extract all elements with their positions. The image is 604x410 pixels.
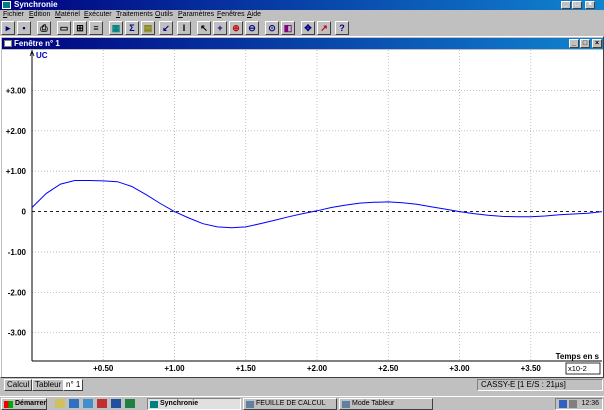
clock: 12:36 bbox=[581, 400, 599, 407]
menu-edition[interactable]: Edition bbox=[29, 11, 50, 19]
graph-window-icon bbox=[4, 40, 12, 47]
calculator-icon[interactable]: ▦ bbox=[109, 21, 123, 35]
close-icon[interactable]: × bbox=[585, 1, 595, 9]
quicklaunch-browser-icon[interactable] bbox=[69, 399, 79, 408]
y-tick-label: +3.00 bbox=[6, 86, 27, 95]
tab-calcul[interactable]: Calcul bbox=[4, 379, 33, 391]
x-tick-label: +2.00 bbox=[307, 364, 328, 373]
quicklaunch-explorer-icon[interactable] bbox=[83, 399, 93, 408]
x-tick-label: +3.00 bbox=[449, 364, 470, 373]
window-close-icon[interactable]: × bbox=[592, 39, 602, 48]
start-label: Démarrer bbox=[15, 400, 47, 407]
menu-outils[interactable]: Outils bbox=[155, 11, 173, 19]
pen-icon[interactable]: ↙ bbox=[159, 21, 173, 35]
quicklaunch-folder-icon[interactable] bbox=[55, 399, 65, 408]
zoom-fit-icon[interactable]: ⊙ bbox=[265, 21, 279, 35]
table-icon[interactable]: ▤ bbox=[141, 21, 155, 35]
save-icon[interactable]: ▪ bbox=[17, 21, 31, 35]
menu-fenetres[interactable]: Fenêtres bbox=[217, 11, 245, 19]
pointer-icon[interactable]: ↖ bbox=[197, 21, 211, 35]
zoom-out-icon[interactable]: ⊖ bbox=[245, 21, 259, 35]
windows-logo-icon bbox=[4, 401, 13, 408]
quicklaunch-word-icon[interactable] bbox=[111, 399, 121, 408]
x-multiplier: x10-2 bbox=[568, 364, 587, 373]
chart[interactable]: +3.00 +2.00 +1.00 0 -1.00 -2.00 -3.00 +0.50 +1.0… bbox=[2, 49, 603, 377]
task-feuille-label: FEUILLE DE CALCUL bbox=[256, 400, 326, 407]
status-text: CASSY-E [1 E/S : 21µs] bbox=[477, 379, 603, 391]
y-tick-label: -3.00 bbox=[8, 329, 27, 338]
y-tick-label: -1.00 bbox=[8, 248, 27, 257]
maximize-icon[interactable]: □ bbox=[572, 1, 582, 9]
tableur-task-icon bbox=[342, 401, 350, 408]
start-button[interactable]: Démarrer bbox=[1, 398, 47, 410]
crosshair-icon[interactable]: + bbox=[213, 21, 227, 35]
menu-executer[interactable]: Exécuter bbox=[84, 11, 112, 19]
x-tick-label: +0.50 bbox=[93, 364, 114, 373]
task-mode-tableur-label: Mode Tableur bbox=[352, 400, 395, 407]
x-tick-label: +1.50 bbox=[236, 364, 257, 373]
app-title-bar[interactable]: Synchronie _ □ × bbox=[0, 0, 604, 10]
menu-parametres[interactable]: Paramètres bbox=[178, 11, 214, 19]
tab-graph-1[interactable]: n° 1 bbox=[63, 379, 84, 391]
color-icon[interactable]: ◧ bbox=[281, 21, 295, 35]
window-icon[interactable]: ▭ bbox=[57, 21, 71, 35]
app-title: Synchronie bbox=[14, 0, 58, 9]
graph-window-title: Fenêtre n° 1 bbox=[14, 39, 60, 48]
taskbar: Démarrer Synchronie FEUILLE DE CALCUL Mo… bbox=[0, 396, 604, 410]
feuille-task-icon bbox=[246, 401, 254, 408]
x-tick-label: +2.50 bbox=[378, 364, 399, 373]
tray-network-icon[interactable] bbox=[559, 400, 567, 408]
task-synchronie-label: Synchronie bbox=[160, 400, 199, 407]
toolbar: ▸ ▪ ⎙ ▭ ⊞ ≡ ▦ Σ ▤ ↙ I ↖ + ⊕ ⊖ ⊙ ◧ ✥ ↗ ? bbox=[0, 20, 604, 36]
chart-icon[interactable]: ↗ bbox=[317, 21, 331, 35]
move-icon[interactable]: ✥ bbox=[301, 21, 315, 35]
y-axis-label: UC bbox=[36, 51, 48, 60]
x-axis-label: Temps en s bbox=[556, 352, 600, 361]
y-tick-label: +1.00 bbox=[6, 167, 27, 176]
y-tick-label: +2.00 bbox=[6, 127, 27, 136]
quicklaunch-excel-icon[interactable] bbox=[125, 399, 135, 408]
zoom-in-icon[interactable]: ⊕ bbox=[229, 21, 243, 35]
menu-aide[interactable]: Aide bbox=[247, 11, 261, 19]
task-mode-tableur[interactable]: Mode Tableur bbox=[339, 398, 433, 410]
tile-icon[interactable]: ⊞ bbox=[73, 21, 87, 35]
system-tray: 12:36 bbox=[555, 398, 603, 410]
plot-area[interactable]: +3.00 +2.00 +1.00 0 -1.00 -2.00 -3.00 +0.50 +1.0… bbox=[2, 49, 603, 377]
app-icon bbox=[2, 1, 11, 9]
y-tick-label: -2.00 bbox=[8, 288, 27, 297]
task-feuille-de-calcul[interactable]: FEUILLE DE CALCUL bbox=[243, 398, 337, 410]
graph-window: Fenêtre n° 1 _ □ × +3.00 +2.00 +1.00 0 -1.00… bbox=[0, 36, 604, 378]
synchronie-task-icon bbox=[150, 401, 158, 408]
sigma-icon[interactable]: Σ bbox=[125, 21, 139, 35]
menu-fichier[interactable]: Fichier bbox=[3, 11, 24, 19]
series-line-uc bbox=[31, 180, 603, 229]
list-icon[interactable]: ≡ bbox=[89, 21, 103, 35]
x-tick-label: +3.50 bbox=[521, 364, 542, 373]
help-icon[interactable]: ? bbox=[335, 21, 349, 35]
tab-tableur[interactable]: Tableur bbox=[32, 379, 65, 391]
y-tick-label: 0 bbox=[22, 208, 27, 217]
text-cursor-icon[interactable]: I bbox=[177, 21, 191, 35]
print-icon[interactable]: ⎙ bbox=[37, 21, 51, 35]
task-synchronie[interactable]: Synchronie bbox=[147, 398, 241, 410]
minimize-icon[interactable]: _ bbox=[561, 1, 571, 9]
bottom-tab-bar: Calcul Tableur n° 1 CASSY-E [1 E/S : 21µ… bbox=[0, 378, 604, 392]
menu-traitements[interactable]: Traitements bbox=[116, 11, 153, 19]
menu-bar: Fichier Edition Matériel Exécuter Traite… bbox=[0, 10, 604, 20]
window-minimize-icon[interactable]: _ bbox=[569, 39, 579, 48]
graph-window-title-bar[interactable]: Fenêtre n° 1 _ □ × bbox=[2, 38, 603, 49]
menu-materiel[interactable]: Matériel bbox=[55, 11, 80, 19]
open-icon[interactable]: ▸ bbox=[1, 21, 15, 35]
x-tick-label: +1.00 bbox=[164, 364, 185, 373]
tray-volume-icon[interactable] bbox=[569, 400, 577, 408]
window-maximize-icon[interactable]: □ bbox=[580, 39, 590, 48]
quicklaunch-app-icon[interactable] bbox=[97, 399, 107, 408]
